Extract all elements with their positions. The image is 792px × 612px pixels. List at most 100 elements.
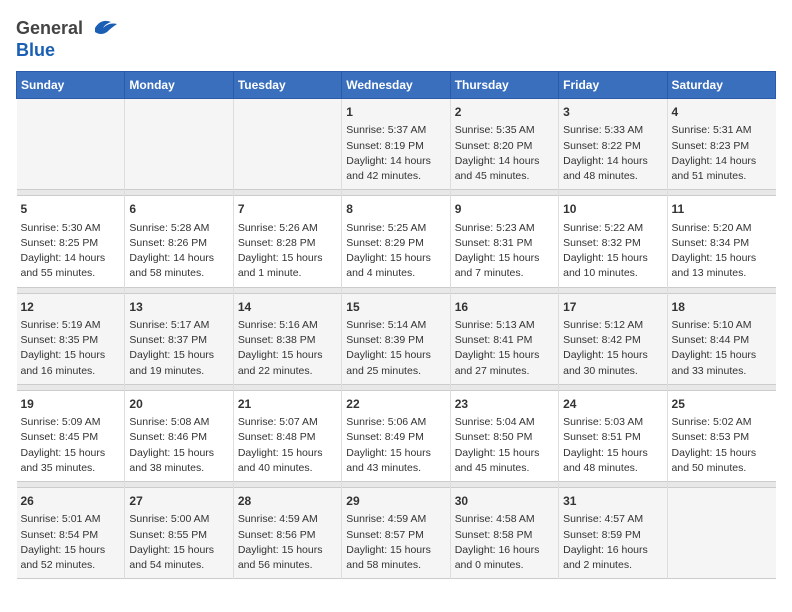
day-info: Sunset: 8:39 PM <box>346 333 445 348</box>
day-number: 22 <box>346 396 445 413</box>
day-info: and 2 minutes. <box>563 558 662 573</box>
day-info: Sunrise: 5:00 AM <box>129 512 228 527</box>
day-info: Sunset: 8:38 PM <box>238 333 337 348</box>
day-number: 19 <box>21 396 121 413</box>
day-info: and 4 minutes. <box>346 266 445 281</box>
day-info: Sunset: 8:54 PM <box>21 528 121 543</box>
day-info: Sunset: 8:49 PM <box>346 430 445 445</box>
day-info: Sunset: 8:48 PM <box>238 430 337 445</box>
day-info: and 58 minutes. <box>129 266 228 281</box>
day-info: Daylight: 15 hours <box>563 446 662 461</box>
calendar-cell: 24 Sunrise: 5:03 AMSunset: 8:51 PMDayligh… <box>559 390 667 481</box>
day-info: Daylight: 15 hours <box>129 348 228 363</box>
day-info: Daylight: 15 hours <box>129 543 228 558</box>
day-number: 24 <box>563 396 662 413</box>
calendar-cell: 16Sunrise: 5:13 AMSunset: 8:41 PMDayligh… <box>450 293 558 384</box>
day-info: Daylight: 15 hours <box>346 251 445 266</box>
day-info: Daylight: 15 hours <box>455 446 554 461</box>
day-info: Sunrise: 5:14 AM <box>346 318 445 333</box>
day-info: and 42 minutes. <box>346 169 445 184</box>
day-number: 23 <box>455 396 554 413</box>
day-info: and 19 minutes. <box>129 364 228 379</box>
day-info: Sunrise: 5:04 AM <box>455 415 554 430</box>
day-info: and 55 minutes. <box>21 266 121 281</box>
calendar-cell: 30Sunrise: 4:58 AMSunset: 8:58 PMDayligh… <box>450 488 558 579</box>
day-info: Sunrise: 5:26 AM <box>238 221 337 236</box>
day-header-sunday: Sunday <box>17 72 125 99</box>
calendar-cell: 22Sunrise: 5:06 AMSunset: 8:49 PMDayligh… <box>342 390 450 481</box>
calendar-cell: 5Sunrise: 5:30 AMSunset: 8:25 PMDaylight… <box>17 196 125 287</box>
day-info: and 16 minutes. <box>21 364 121 379</box>
day-info: Sunrise: 5:30 AM <box>21 221 121 236</box>
day-info: Sunset: 8:44 PM <box>672 333 772 348</box>
day-info: and 45 minutes. <box>455 169 554 184</box>
day-info: Sunrise: 5:08 AM <box>129 415 228 430</box>
day-info: Sunset: 8:19 PM <box>346 139 445 154</box>
calendar-cell: 15Sunrise: 5:14 AMSunset: 8:39 PMDayligh… <box>342 293 450 384</box>
calendar-cell: 10Sunrise: 5:22 AMSunset: 8:32 PMDayligh… <box>559 196 667 287</box>
calendar-cell: 18 Sunrise: 5:10 AMSunset: 8:44 PMDayligh… <box>667 293 775 384</box>
day-number: 13 <box>129 299 228 316</box>
day-info: Sunrise: 5:09 AM <box>21 415 121 430</box>
day-info: Daylight: 14 hours <box>672 154 772 169</box>
calendar-cell: 29Sunrise: 4:59 AMSunset: 8:57 PMDayligh… <box>342 488 450 579</box>
day-info: Sunset: 8:35 PM <box>21 333 121 348</box>
day-info: Sunrise: 5:10 AM <box>672 318 772 333</box>
day-info: Sunrise: 5:37 AM <box>346 123 445 138</box>
calendar-cell: 26Sunrise: 5:01 AMSunset: 8:54 PMDayligh… <box>17 488 125 579</box>
day-info: Daylight: 15 hours <box>129 446 228 461</box>
day-info: Sunrise: 5:22 AM <box>563 221 662 236</box>
day-info: Sunset: 8:51 PM <box>563 430 662 445</box>
day-info: and 48 minutes. <box>563 169 662 184</box>
day-info: Sunset: 8:53 PM <box>672 430 772 445</box>
day-number: 12 <box>21 299 121 316</box>
day-info: Sunset: 8:41 PM <box>455 333 554 348</box>
calendar-week-row: 5Sunrise: 5:30 AMSunset: 8:25 PMDaylight… <box>17 196 776 287</box>
day-info: Sunset: 8:34 PM <box>672 236 772 251</box>
day-info: Sunset: 8:57 PM <box>346 528 445 543</box>
day-number: 15 <box>346 299 445 316</box>
logo: General Blue <box>16 16 119 61</box>
day-number: 20 <box>129 396 228 413</box>
day-info: Sunrise: 5:19 AM <box>21 318 121 333</box>
day-info: Sunrise: 5:03 AM <box>563 415 662 430</box>
calendar-week-row: 26Sunrise: 5:01 AMSunset: 8:54 PMDayligh… <box>17 488 776 579</box>
day-info: and 50 minutes. <box>672 461 772 476</box>
day-info: Daylight: 15 hours <box>21 348 121 363</box>
day-info: Daylight: 15 hours <box>238 543 337 558</box>
day-info: Daylight: 15 hours <box>346 543 445 558</box>
calendar-week-row: 19Sunrise: 5:09 AMSunset: 8:45 PMDayligh… <box>17 390 776 481</box>
day-info: Daylight: 16 hours <box>563 543 662 558</box>
day-info: Sunset: 8:55 PM <box>129 528 228 543</box>
day-info: and 7 minutes. <box>455 266 554 281</box>
day-number: 27 <box>129 493 228 510</box>
day-info: Sunset: 8:50 PM <box>455 430 554 445</box>
day-header-thursday: Thursday <box>450 72 558 99</box>
calendar-cell: 9Sunrise: 5:23 AMSunset: 8:31 PMDaylight… <box>450 196 558 287</box>
day-info: Sunset: 8:22 PM <box>563 139 662 154</box>
day-info: Sunrise: 5:28 AM <box>129 221 228 236</box>
calendar-cell: 28Sunrise: 4:59 AMSunset: 8:56 PMDayligh… <box>233 488 341 579</box>
day-info: and 51 minutes. <box>672 169 772 184</box>
day-info: Daylight: 15 hours <box>346 446 445 461</box>
day-info: and 27 minutes. <box>455 364 554 379</box>
day-info: Daylight: 14 hours <box>563 154 662 169</box>
day-info: and 35 minutes. <box>21 461 121 476</box>
day-info: Daylight: 15 hours <box>455 348 554 363</box>
day-number: 18 <box>672 299 772 316</box>
calendar-week-row: 1Sunrise: 5:37 AMSunset: 8:19 PMDaylight… <box>17 99 776 190</box>
day-info: and 43 minutes. <box>346 461 445 476</box>
day-number: 10 <box>563 201 662 218</box>
day-info: and 13 minutes. <box>672 266 772 281</box>
day-info: Daylight: 15 hours <box>563 251 662 266</box>
day-info: Daylight: 14 hours <box>129 251 228 266</box>
calendar-cell: 11Sunrise: 5:20 AMSunset: 8:34 PMDayligh… <box>667 196 775 287</box>
day-info: Daylight: 15 hours <box>21 446 121 461</box>
day-info: and 40 minutes. <box>238 461 337 476</box>
day-info: Sunrise: 4:57 AM <box>563 512 662 527</box>
day-info: Sunset: 8:45 PM <box>21 430 121 445</box>
day-info: and 38 minutes. <box>129 461 228 476</box>
day-info: and 30 minutes. <box>563 364 662 379</box>
day-info: Daylight: 15 hours <box>672 348 772 363</box>
day-info: Sunset: 8:31 PM <box>455 236 554 251</box>
